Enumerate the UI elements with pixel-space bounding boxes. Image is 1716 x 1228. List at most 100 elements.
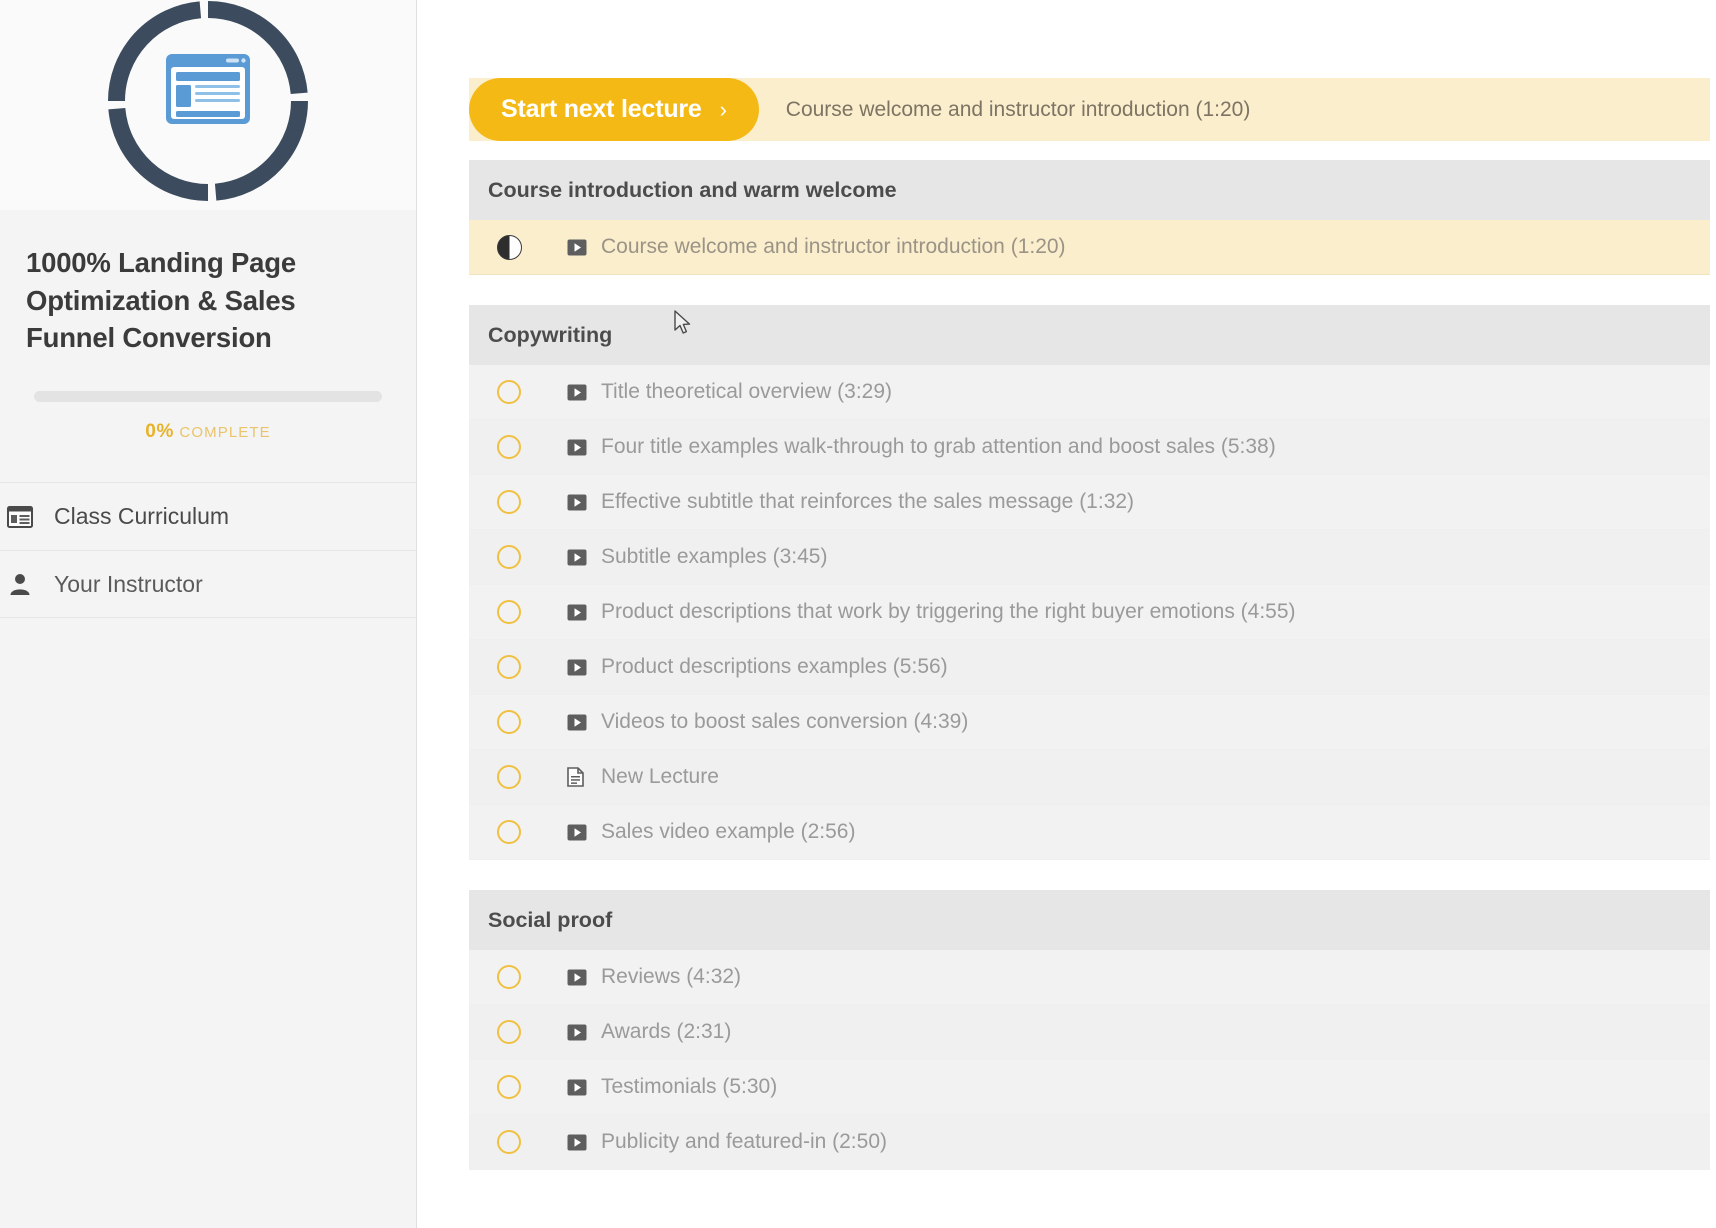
lecture-title: Testimonials (5:30) (601, 1075, 778, 1098)
lecture-incomplete-icon[interactable] (469, 820, 549, 844)
circle-outline-icon (497, 545, 521, 569)
video-icon (549, 659, 603, 676)
lecture-row[interactable]: Product descriptions examples (5:56) (469, 640, 1716, 695)
progress-percent: 0% (145, 421, 175, 443)
lecture-in-progress-icon[interactable] (469, 234, 549, 260)
video-icon (549, 494, 603, 511)
lecture-row[interactable]: Reviews (4:32) (469, 950, 1716, 1005)
lecture-row[interactable]: Product descriptions that work by trigge… (469, 585, 1716, 640)
curriculum-main: Start next lecture › Course welcome and … (417, 0, 1716, 1228)
landing-page-badge-icon (105, 0, 311, 204)
start-next-lecture-button[interactable]: Start next lecture › (469, 78, 759, 141)
sidebar-item-label: Class Curriculum (54, 503, 230, 530)
lecture-incomplete-icon[interactable] (469, 600, 549, 624)
lecture-title: Awards (2:31) (601, 1020, 732, 1043)
video-icon (549, 1024, 603, 1041)
lecture-row[interactable]: Course welcome and instructor introducti… (469, 220, 1716, 275)
lecture-row[interactable]: Awards (2:31) (469, 1005, 1716, 1060)
lecture-incomplete-icon[interactable] (469, 655, 549, 679)
section-title: Copywriting (488, 322, 613, 347)
lecture-title: Publicity and featured-in (2:50) (601, 1130, 887, 1153)
course-sidebar: 1000% Landing Page Optimization & Sales … (0, 0, 417, 1228)
curriculum-section-header[interactable]: Social proof (469, 890, 1716, 950)
lecture-incomplete-icon[interactable] (469, 1130, 549, 1154)
lecture-title: Videos to boost sales conversion (4:39) (601, 710, 969, 733)
lecture-row[interactable]: Four title examples walk-through to grab… (469, 420, 1716, 475)
lecture-title: Course welcome and instructor introducti… (601, 235, 1066, 258)
sidebar-item-label: Your Instructor (54, 570, 203, 597)
video-icon (549, 604, 603, 621)
video-icon (549, 714, 603, 731)
lecture-row[interactable]: Title theoretical overview (3:29) (469, 365, 1716, 420)
video-icon (549, 1134, 603, 1151)
lecture-row[interactable]: Videos to boost sales conversion (4:39) (469, 695, 1716, 750)
section-gap (469, 860, 1716, 890)
video-icon (549, 384, 603, 401)
curriculum-list-icon (0, 505, 44, 528)
progress-complete-text: COMPLETE (179, 424, 271, 442)
video-icon (549, 239, 603, 256)
lecture-title: Product descriptions that work by trigge… (601, 600, 1296, 623)
right-edge-crop (1710, 0, 1716, 1228)
circle-outline-icon (497, 1130, 521, 1154)
lecture-title: Subtitle examples (3:45) (601, 545, 828, 568)
course-info: 1000% Landing Page Optimization & Sales … (0, 210, 416, 444)
section-lecture-list: Title theoretical overview (3:29) Four ti… (469, 365, 1716, 860)
circle-outline-icon (497, 1020, 521, 1044)
course-progress: 0% COMPLETE (26, 391, 390, 443)
lecture-incomplete-icon[interactable] (469, 490, 549, 514)
lecture-incomplete-icon[interactable] (469, 765, 549, 789)
sidebar-nav: Class Curriculum Your Instructor (0, 482, 416, 619)
lecture-title: Reviews (4:32) (601, 965, 742, 988)
circle-outline-icon (497, 965, 521, 989)
video-icon (549, 439, 603, 456)
circle-outline-icon (497, 1075, 521, 1099)
circle-outline-icon (497, 820, 521, 844)
circle-outline-icon (497, 710, 521, 734)
curriculum-list: Course introduction and warm welcome Cour… (469, 160, 1716, 1170)
video-icon (549, 1079, 603, 1096)
lecture-incomplete-icon[interactable] (469, 965, 549, 989)
lecture-title: Effective subtitle that reinforces the s… (601, 490, 1135, 513)
lecture-incomplete-icon[interactable] (469, 1020, 549, 1044)
lecture-title: Title theoretical overview (3:29) (601, 380, 893, 403)
chevron-right-icon: › (719, 96, 727, 122)
section-lecture-list: Reviews (4:32) Awards (2:31) Testimonials … (469, 950, 1716, 1170)
progress-label: 0% COMPLETE (34, 421, 382, 443)
lecture-row[interactable]: Effective subtitle that reinforces the s… (469, 475, 1716, 530)
start-next-lecture-banner: Start next lecture › Course welcome and … (469, 78, 1716, 141)
lecture-incomplete-icon[interactable] (469, 1075, 549, 1099)
lecture-title: Sales video example (2:56) (601, 820, 856, 843)
circle-outline-icon (497, 380, 521, 404)
sidebar-item-your-instructor[interactable]: Your Instructor (0, 550, 416, 619)
section-gap (469, 275, 1716, 305)
lecture-row[interactable]: Publicity and featured-in (2:50) (469, 1115, 1716, 1170)
circle-outline-icon (497, 600, 521, 624)
course-hero (0, 0, 416, 210)
sidebar-item-class-curriculum[interactable]: Class Curriculum (0, 482, 416, 550)
course-title: 1000% Landing Page Optimization & Sales … (26, 247, 296, 354)
lecture-incomplete-icon[interactable] (469, 380, 549, 404)
lecture-incomplete-icon[interactable] (469, 435, 549, 459)
document-icon (549, 767, 603, 787)
section-lecture-list: Course welcome and instructor introducti… (469, 220, 1716, 275)
circle-outline-icon (497, 655, 521, 679)
half-circle-icon (496, 234, 522, 260)
next-lecture-title: Course welcome and instructor introducti… (785, 97, 1251, 121)
circle-outline-icon (497, 435, 521, 459)
circle-outline-icon (497, 490, 521, 514)
lecture-title: New Lecture (601, 765, 719, 788)
video-icon (549, 549, 603, 566)
lecture-row[interactable]: New Lecture (469, 750, 1716, 805)
curriculum-section-header[interactable]: Course introduction and warm welcome (469, 160, 1716, 220)
video-icon (549, 969, 603, 986)
lecture-row[interactable]: Testimonials (5:30) (469, 1060, 1716, 1115)
progress-track (34, 391, 382, 403)
lecture-row[interactable]: Sales video example (2:56) (469, 805, 1716, 860)
lecture-title: Four title examples walk-through to grab… (601, 435, 1276, 458)
video-icon (549, 824, 603, 841)
lecture-incomplete-icon[interactable] (469, 710, 549, 734)
lecture-incomplete-icon[interactable] (469, 545, 549, 569)
curriculum-section-header[interactable]: Copywriting (469, 305, 1716, 365)
lecture-row[interactable]: Subtitle examples (3:45) (469, 530, 1716, 585)
